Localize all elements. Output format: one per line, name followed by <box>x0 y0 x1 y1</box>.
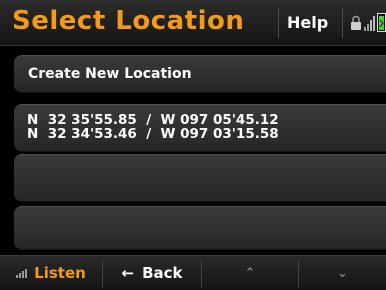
page-title: Select Location <box>12 6 245 36</box>
listen-label: Listen <box>34 264 86 282</box>
header-divider <box>278 8 279 38</box>
scroll-up-button[interactable]: ⌃ <box>202 256 298 290</box>
header-divider <box>342 8 343 38</box>
chevron-up-icon: ⌃ <box>244 265 256 281</box>
battery-icon <box>377 13 386 32</box>
back-button[interactable]: ← Back <box>103 256 201 290</box>
location-item[interactable]: N 32 35'55.85 / W 097 05'45.12 N 32 34'5… <box>14 104 386 152</box>
empty-location-slot[interactable] <box>14 154 386 202</box>
listen-button[interactable]: Listen <box>0 256 102 290</box>
empty-location-slot[interactable] <box>14 206 386 250</box>
signal-icon <box>364 16 375 31</box>
help-button[interactable]: Help <box>287 13 328 32</box>
create-new-location-button[interactable]: Create New Location <box>14 55 386 93</box>
lock-icon <box>351 15 361 30</box>
location-coordinates-2: N 32 34'53.46 / W 097 03'15.58 <box>27 126 279 142</box>
scroll-down-button[interactable]: ⌄ <box>299 256 386 290</box>
back-label: Back <box>142 264 183 282</box>
back-arrow-icon: ← <box>121 264 135 282</box>
speaker-bars-icon <box>16 269 28 278</box>
chevron-down-icon: ⌄ <box>337 265 348 281</box>
create-new-location-label: Create New Location <box>28 66 192 82</box>
title-bar: Select Location Help <box>0 0 386 46</box>
bottom-toolbar: Listen ← Back ⌃ ⌄ <box>0 255 386 290</box>
